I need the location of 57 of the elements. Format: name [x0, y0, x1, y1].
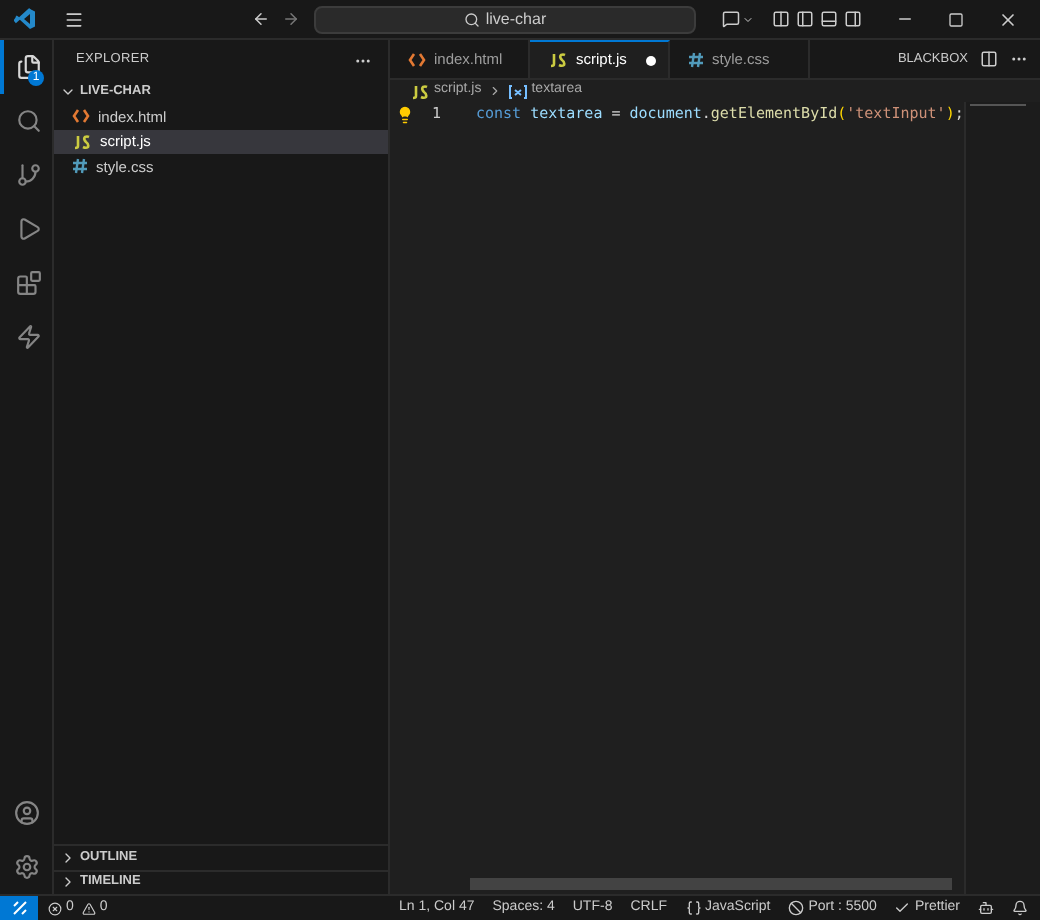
panel-right-icon	[844, 10, 862, 28]
toggle-secondary-sidebar-button[interactable]	[844, 10, 862, 28]
remote-icon	[11, 900, 27, 916]
maximize-icon	[948, 11, 964, 27]
variable-icon	[507, 83, 528, 99]
arrow-right-icon	[282, 10, 300, 28]
branch-icon	[15, 162, 41, 188]
panel-bottom-icon	[820, 10, 838, 28]
chevron-right-icon	[487, 84, 502, 98]
back-button[interactable]	[252, 10, 270, 28]
search-field[interactable]: live-char	[314, 5, 696, 33]
forward-button[interactable]	[282, 10, 300, 28]
lightbulb-icon[interactable]	[396, 105, 414, 123]
lightning-icon	[15, 324, 41, 350]
close-button[interactable]	[998, 9, 1018, 29]
toggle-panel-button[interactable]	[820, 10, 838, 28]
files-icon	[15, 54, 41, 80]
app-logo-icon	[14, 8, 36, 30]
hash-icon	[688, 51, 704, 67]
ban-icon	[788, 900, 805, 916]
maximize-button[interactable]	[948, 11, 964, 27]
search-text: live-char	[485, 7, 547, 31]
hash-icon	[72, 158, 88, 175]
warning-icon	[81, 901, 96, 915]
search-icon	[463, 11, 480, 27]
play-icon	[15, 216, 41, 242]
js-icon	[72, 133, 92, 150]
js-icon	[410, 83, 430, 99]
remote-button[interactable]	[0, 896, 38, 920]
search-icon	[15, 108, 41, 134]
braces-icon	[685, 900, 701, 916]
code-brackets-icon	[408, 51, 426, 67]
close-icon	[998, 9, 1018, 29]
code-brackets-icon	[72, 108, 90, 125]
settings-icon	[13, 854, 39, 880]
check-icon	[894, 900, 911, 916]
js-icon	[548, 52, 568, 68]
notifications-button[interactable]	[1012, 900, 1028, 916]
toggle-sidebar-button[interactable]	[796, 10, 814, 28]
copilot-button[interactable]	[978, 900, 994, 916]
split-editor-button[interactable]	[980, 50, 998, 68]
account-icon	[13, 800, 39, 826]
chevron-down-icon	[742, 13, 754, 25]
columns-icon	[772, 10, 790, 28]
error-icon	[48, 901, 62, 915]
panel-left-icon	[796, 10, 814, 28]
bell-icon	[1012, 900, 1028, 916]
layout-button[interactable]	[772, 10, 790, 28]
chat-icon	[722, 10, 740, 28]
menu-button[interactable]	[64, 9, 84, 29]
horizontal-scrollbar[interactable]	[470, 878, 952, 890]
chat-button[interactable]	[722, 10, 754, 28]
blocks-icon	[15, 270, 41, 296]
arrow-left-icon	[252, 10, 270, 28]
split-icon	[980, 50, 998, 68]
bot-icon	[978, 900, 994, 916]
menu-icon	[64, 9, 84, 29]
